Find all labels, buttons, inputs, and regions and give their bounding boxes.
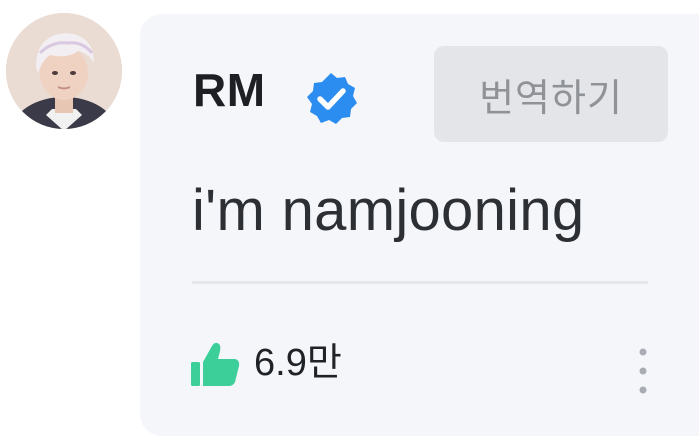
author-name[interactable]: RM [193, 67, 266, 113]
thumbs-up-icon[interactable] [190, 340, 240, 388]
comment-card: RM 번역하기 i'm namjooning 6.9만 [140, 14, 699, 436]
comment-text: i'm namjooning [192, 178, 585, 243]
divider [192, 281, 648, 284]
avatar-image [6, 13, 122, 129]
translate-button[interactable]: 번역하기 [434, 46, 668, 142]
comment-screenshot: RM 번역하기 i'm namjooning 6.9만 [0, 0, 699, 436]
more-vertical-icon[interactable] [635, 344, 651, 398]
avatar[interactable] [6, 13, 122, 129]
verified-badge-icon [307, 73, 357, 124]
like-count: 6.9만 [254, 342, 342, 384]
